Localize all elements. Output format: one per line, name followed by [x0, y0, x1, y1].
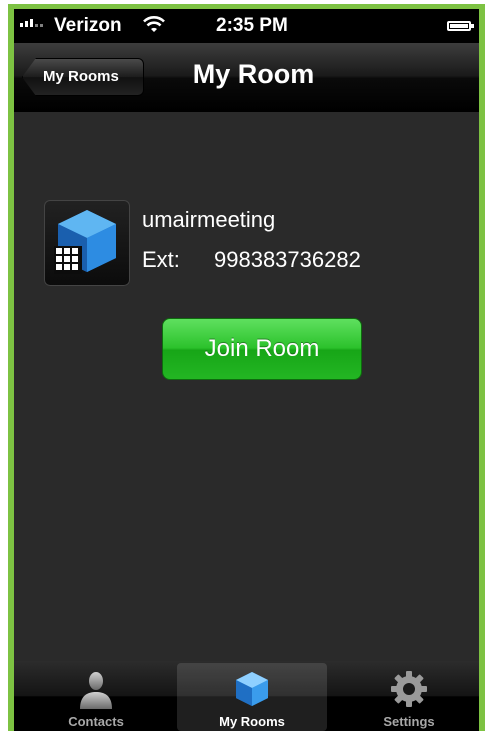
tab-label-my-rooms: My Rooms [219, 714, 285, 729]
carrier-name: Verizon [54, 15, 122, 36]
join-room-button[interactable]: Join Room [162, 318, 362, 380]
tab-label-contacts: Contacts [68, 714, 124, 729]
tab-bar: Contacts My Rooms Settings [14, 661, 479, 731]
room-cube-icon [44, 200, 130, 286]
signal-strength-icon [20, 19, 43, 27]
wifi-icon [143, 16, 165, 32]
tab-settings[interactable]: Settings [334, 663, 479, 731]
device-frame: Verizon 2:35 PM My Rooms My Room umairme… [8, 4, 485, 731]
person-icon [80, 672, 112, 709]
status-time: 2:35 PM [216, 15, 288, 36]
tab-contacts[interactable]: Contacts [21, 663, 171, 731]
cube-icon [236, 672, 268, 706]
status-bar: Verizon 2:35 PM [14, 9, 479, 43]
room-name: umairmeeting [142, 207, 276, 232]
battery-icon [447, 21, 474, 31]
navigation-bar: My Rooms My Room [14, 43, 479, 112]
tab-label-settings: Settings [383, 714, 435, 729]
extension-value: 998383736282 [214, 247, 361, 272]
gear-icon [391, 671, 427, 707]
page-title: My Room [192, 59, 315, 89]
extension-label: Ext: [142, 247, 180, 272]
tab-my-rooms[interactable]: My Rooms [177, 663, 327, 731]
app-screen: Verizon 2:35 PM My Rooms My Room umairme… [14, 9, 479, 731]
